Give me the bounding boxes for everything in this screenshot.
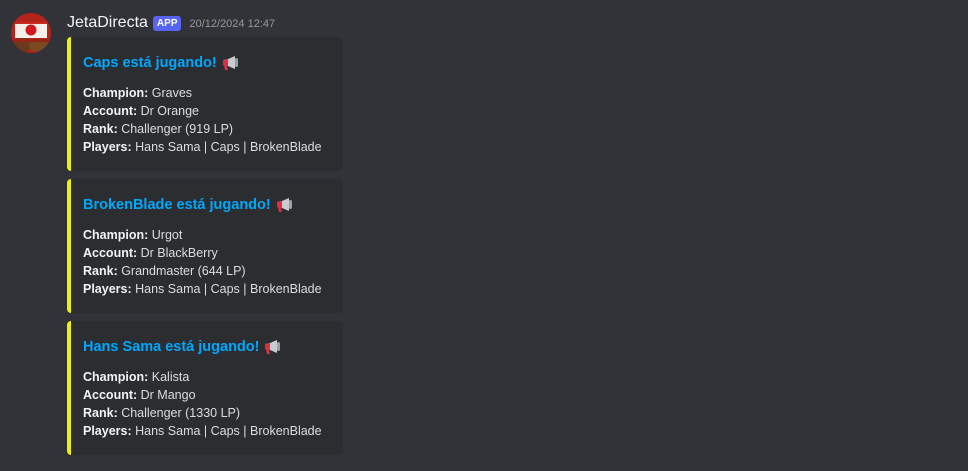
field-champion: Champion: Urgot <box>83 226 331 244</box>
embed-fields: Champion: Urgot Account: Dr BlackBerry R… <box>83 226 331 298</box>
field-value: Hans Sama | Caps | BrokenBlade <box>131 424 322 438</box>
field-value: Dr Mango <box>137 388 196 402</box>
message-header: JetaDirecta APP 20/12/2024 12:47 <box>67 13 275 33</box>
field-champion: Champion: Kalista <box>83 368 331 386</box>
field-value: Hans Sama | Caps | BrokenBlade <box>131 140 322 154</box>
embed-title-link[interactable]: BrokenBlade está jugando! <box>83 193 331 217</box>
field-value: Kalista <box>148 370 190 384</box>
field-value: Hans Sama | Caps | BrokenBlade <box>131 282 322 296</box>
megaphone-icon <box>220 55 239 71</box>
field-label: Account: <box>83 388 138 402</box>
field-label: Players: <box>83 140 132 154</box>
field-label: Players: <box>83 282 132 296</box>
message: JetaDirecta APP 20/12/2024 12:47 Caps es… <box>0 0 968 471</box>
megaphone-icon <box>274 197 293 213</box>
field-label: Account: <box>83 246 138 260</box>
field-account: Account: Dr Orange <box>83 102 331 120</box>
username[interactable]: JetaDirecta <box>67 14 148 32</box>
field-players: Players: Hans Sama | Caps | BrokenBlade <box>83 280 331 298</box>
embed-title-text: Hans Sama está jugando! <box>83 339 260 355</box>
embed-fields: Champion: Kalista Account: Dr Mango Rank… <box>83 368 331 440</box>
field-label: Account: <box>83 104 138 118</box>
field-value: Dr Orange <box>137 104 200 118</box>
app-badge: APP <box>152 15 182 31</box>
embed-card: BrokenBlade está jugando! Champion: Urgo… <box>67 179 343 313</box>
field-label: Rank: <box>83 122 118 136</box>
embed-card: Caps está jugando! Champion: Graves Acco… <box>67 37 343 171</box>
embed-title-text: Caps está jugando! <box>83 55 217 71</box>
field-label: Players: <box>83 424 132 438</box>
field-label: Champion: <box>83 370 149 384</box>
field-players: Players: Hans Sama | Caps | BrokenBlade <box>83 138 331 156</box>
field-value: Urgot <box>148 228 183 242</box>
field-label: Rank: <box>83 406 118 420</box>
embed-fields: Champion: Graves Account: Dr Orange Rank… <box>83 84 331 156</box>
field-champion: Champion: Graves <box>83 84 331 102</box>
field-label: Champion: <box>83 86 149 100</box>
embed-title-link[interactable]: Caps está jugando! <box>83 51 331 75</box>
field-value: Dr BlackBerry <box>137 246 218 260</box>
timestamp[interactable]: 20/12/2024 12:47 <box>189 18 275 30</box>
avatar[interactable] <box>11 13 51 53</box>
embed-title-link[interactable]: Hans Sama está jugando! <box>83 335 331 359</box>
field-account: Account: Dr BlackBerry <box>83 244 331 262</box>
field-rank: Rank: Grandmaster (644 LP) <box>83 262 331 280</box>
field-value: Graves <box>148 86 193 100</box>
red-sun-flag-avatar-icon <box>11 13 51 53</box>
field-value: Challenger (1330 LP) <box>117 406 241 420</box>
field-players: Players: Hans Sama | Caps | BrokenBlade <box>83 422 331 440</box>
field-account: Account: Dr Mango <box>83 386 331 404</box>
field-rank: Rank: Challenger (1330 LP) <box>83 404 331 422</box>
field-label: Champion: <box>83 228 149 242</box>
megaphone-icon <box>262 339 281 355</box>
field-rank: Rank: Challenger (919 LP) <box>83 120 331 138</box>
field-value: Challenger (919 LP) <box>117 122 234 136</box>
field-label: Rank: <box>83 264 118 278</box>
field-value: Grandmaster (644 LP) <box>117 264 246 278</box>
embed-title-text: BrokenBlade está jugando! <box>83 197 271 213</box>
embed-card: Hans Sama está jugando! Champion: Kalist… <box>67 321 343 455</box>
